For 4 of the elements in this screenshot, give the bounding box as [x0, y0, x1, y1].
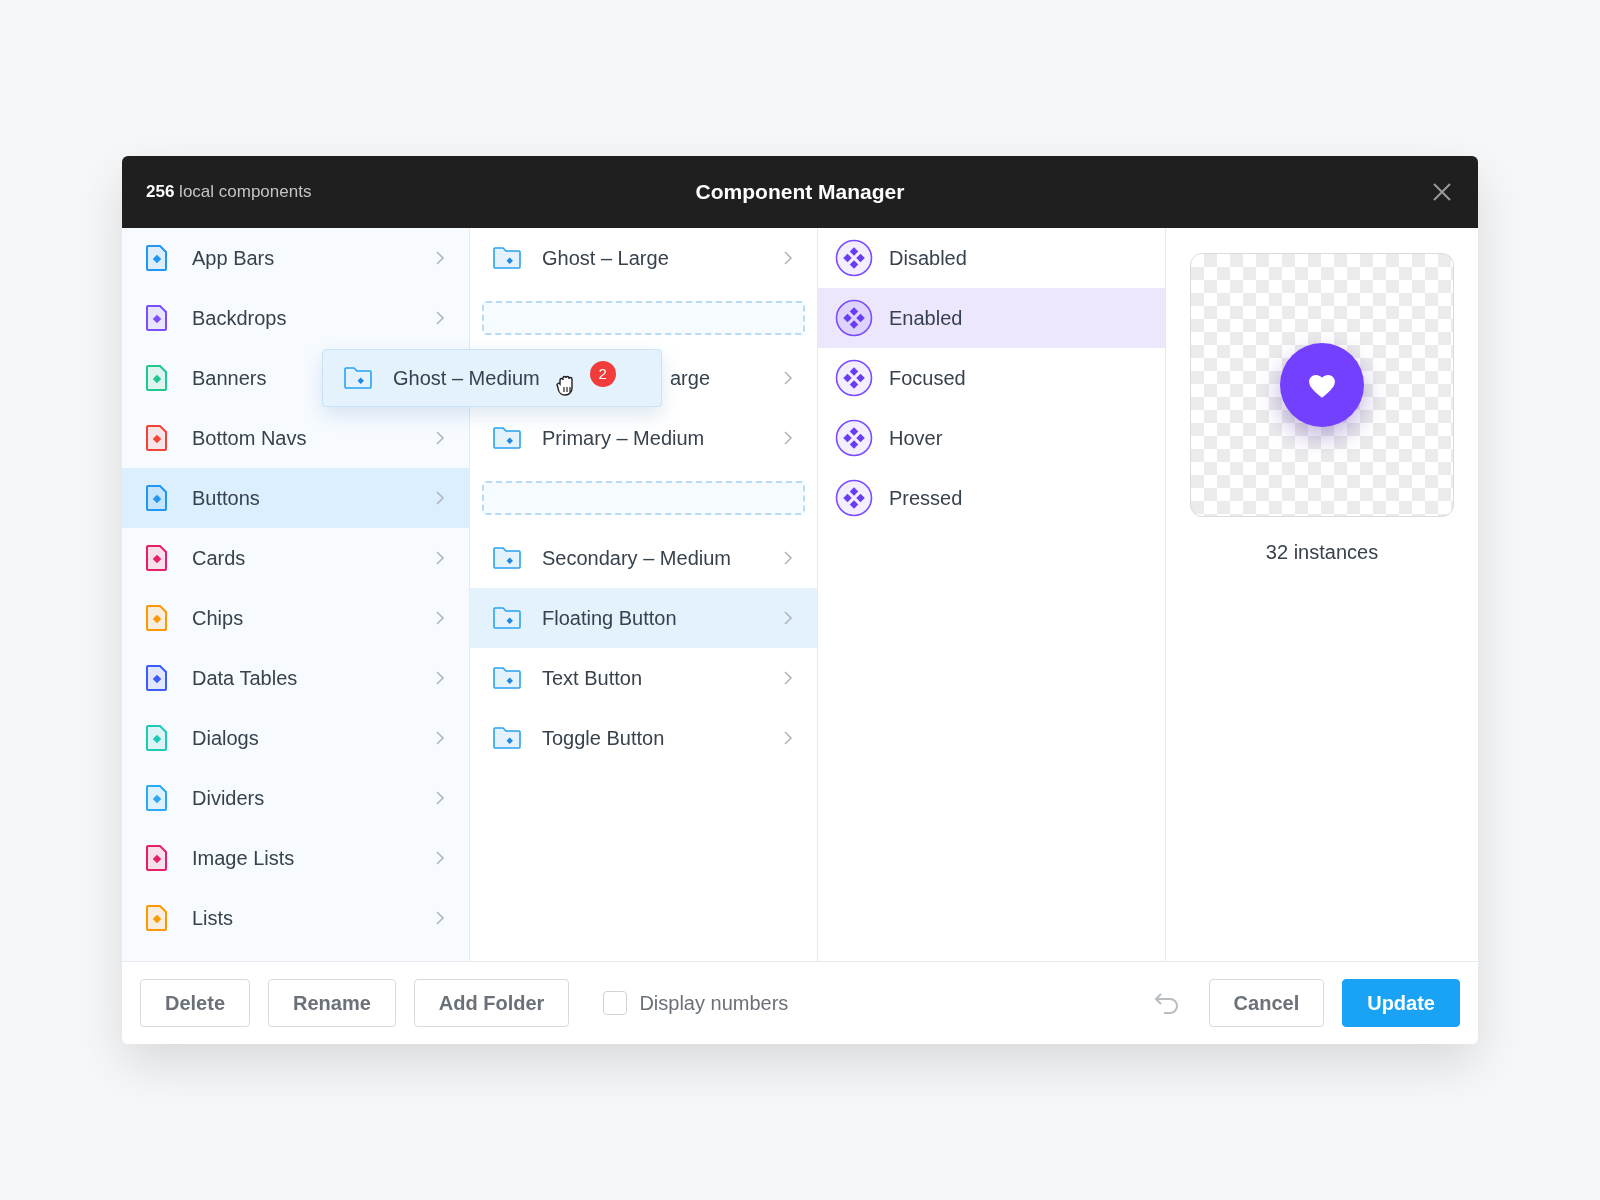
instance-count: 32 instances [1265, 540, 1379, 565]
window-title: Component Manager [695, 179, 905, 206]
count-badge: 2 [589, 361, 616, 387]
component-count: 256 local components [146, 181, 312, 204]
